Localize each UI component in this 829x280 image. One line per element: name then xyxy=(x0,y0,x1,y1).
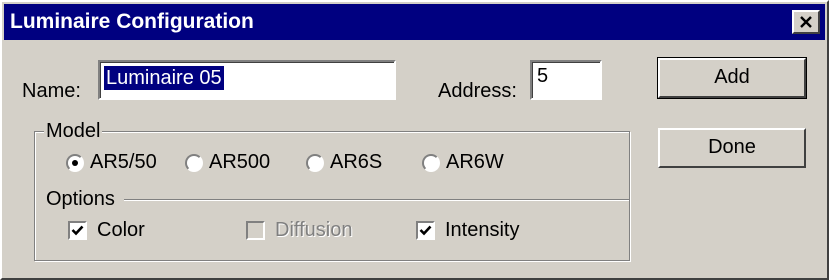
close-icon xyxy=(800,16,812,28)
radio-ar500-label: AR500 xyxy=(209,151,271,173)
window-title: Luminaire Configuration xyxy=(10,10,254,33)
checkmark-icon xyxy=(419,225,432,236)
name-label: Name: xyxy=(22,80,81,102)
options-legend: Options xyxy=(44,188,117,210)
radio-ar6s[interactable]: AR6S xyxy=(306,151,382,174)
name-field-value: Luminaire 05 xyxy=(103,65,225,91)
done-button[interactable]: Done xyxy=(658,128,806,168)
checkbox-color-label: Color xyxy=(97,219,145,241)
model-legend: Model xyxy=(44,120,103,142)
add-button-label: Add xyxy=(714,66,750,88)
checkbox-intensity-box xyxy=(416,221,435,240)
address-field-value: 5 xyxy=(537,65,549,87)
radio-ar6s-label: AR6S xyxy=(330,151,383,173)
done-button-label: Done xyxy=(708,136,756,158)
close-button[interactable] xyxy=(792,10,820,34)
add-button[interactable]: Add xyxy=(657,57,807,99)
address-field[interactable]: 5 xyxy=(530,60,602,100)
radio-button-checked xyxy=(66,153,84,172)
radio-button xyxy=(422,153,440,172)
checkmark-icon xyxy=(71,225,84,236)
checkbox-intensity-label: Intensity xyxy=(445,219,520,241)
radio-button xyxy=(185,153,203,172)
dialog-window: Luminaire Configuration Name: Luminaire … xyxy=(0,0,829,280)
checkbox-intensity[interactable]: Intensity xyxy=(416,219,519,242)
options-divider xyxy=(124,199,629,201)
checkbox-color-box xyxy=(68,221,87,240)
radio-ar6w[interactable]: AR6W xyxy=(422,151,504,174)
name-field[interactable]: Luminaire 05 xyxy=(98,60,396,100)
checkbox-color[interactable]: Color xyxy=(68,219,145,242)
checkbox-diffusion: Diffusion xyxy=(246,219,352,242)
radio-ar500[interactable]: AR500 xyxy=(185,151,270,174)
radio-ar6w-label: AR6W xyxy=(446,151,504,173)
radio-ar5-50-label: AR5/50 xyxy=(90,151,157,173)
title-bar[interactable]: Luminaire Configuration xyxy=(4,4,825,40)
checkbox-diffusion-label: Diffusion xyxy=(275,219,353,241)
address-label: Address: xyxy=(438,80,517,102)
checkbox-diffusion-box xyxy=(246,221,265,240)
radio-button xyxy=(306,153,324,172)
radio-ar5-50[interactable]: AR5/50 xyxy=(66,151,157,174)
